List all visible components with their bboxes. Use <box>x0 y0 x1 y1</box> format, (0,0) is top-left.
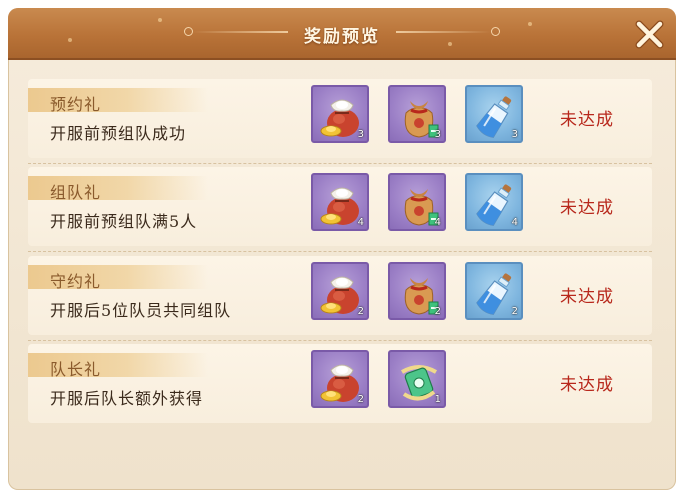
reward-condition: 开服前预组队满5人 <box>50 212 198 231</box>
reward-item-slot[interactable]: 3 <box>311 85 369 143</box>
item-quantity: 3 <box>511 129 518 140</box>
reward-item-slot[interactable]: 4 <box>388 173 446 231</box>
reward-item-slot[interactable]: 2 <box>465 262 523 320</box>
reward-item-slot[interactable]: 2 <box>311 262 369 320</box>
row-divider <box>28 163 652 164</box>
reward-name-tag: 预约礼 <box>28 88 208 114</box>
reward-name: 守约礼 <box>50 272 102 291</box>
item-quantity: 2 <box>357 306 364 317</box>
reward-name: 队长礼 <box>50 360 102 379</box>
reward-row: 队长礼 开服后队长额外获得 2 1 未达成 <box>28 344 652 423</box>
reward-condition: 开服后5位队员共同组队 <box>50 301 232 320</box>
item-quantity: 2 <box>434 306 441 317</box>
reward-name-tag: 队长礼 <box>28 353 208 379</box>
item-quantity: 4 <box>511 217 518 228</box>
reward-name-tag: 组队礼 <box>28 176 208 202</box>
reward-item-slot[interactable]: 2 <box>311 350 369 408</box>
reward-status: 未达成 <box>560 198 614 218</box>
row-divider <box>28 251 652 252</box>
item-quantity: 3 <box>357 129 364 140</box>
reward-preview-dialog: 奖励预览 预约礼 开服前预组队成功 3 3 3 未达成 组队礼 开服前预组队满5… <box>8 8 676 490</box>
reward-condition: 开服前预组队成功 <box>50 124 187 143</box>
close-x-icon[interactable] <box>634 18 666 50</box>
reward-item-slot[interactable]: 3 <box>465 85 523 143</box>
item-quantity: 1 <box>434 394 441 405</box>
close-button[interactable] <box>634 18 666 50</box>
item-quantity: 2 <box>357 394 364 405</box>
reward-item-slot[interactable]: 1 <box>388 350 446 408</box>
reward-name: 预约礼 <box>50 95 102 114</box>
item-quantity: 4 <box>357 217 364 228</box>
reward-status: 未达成 <box>560 110 614 130</box>
reward-item-slot[interactable]: 3 <box>388 85 446 143</box>
reward-row: 组队礼 开服前预组队满5人 4 4 4 未达成 <box>28 167 652 252</box>
reward-status: 未达成 <box>560 287 614 307</box>
item-quantity: 4 <box>434 217 441 228</box>
reward-row: 预约礼 开服前预组队成功 3 3 3 未达成 <box>28 79 652 164</box>
row-divider <box>28 340 652 341</box>
reward-item-slot[interactable]: 2 <box>388 262 446 320</box>
item-quantity: 3 <box>434 129 441 140</box>
dialog-title: 奖励预览 <box>304 27 380 47</box>
reward-item-slot[interactable]: 4 <box>311 173 369 231</box>
item-quantity: 2 <box>511 306 518 317</box>
reward-name: 组队礼 <box>50 183 102 202</box>
reward-status: 未达成 <box>560 375 614 395</box>
reward-item-slot[interactable]: 4 <box>465 173 523 231</box>
reward-condition: 开服后队长额外获得 <box>50 389 204 408</box>
reward-name-tag: 守约礼 <box>28 265 208 291</box>
reward-row: 守约礼 开服后5位队员共同组队 2 2 2 未达成 <box>28 256 652 341</box>
dialog-header: 奖励预览 <box>8 8 676 60</box>
